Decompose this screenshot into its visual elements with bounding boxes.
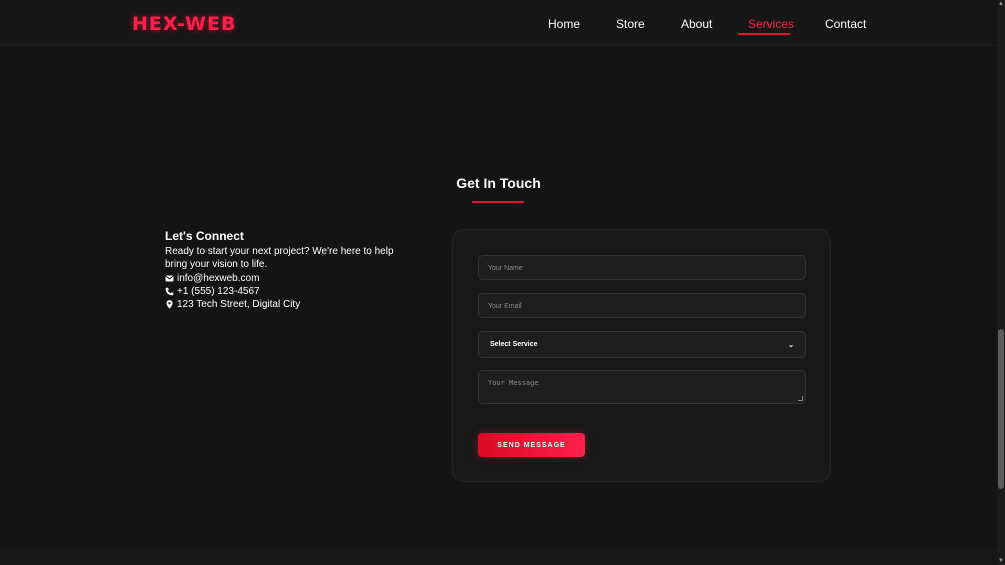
scroll-down-icon[interactable]: ▼ (998, 558, 1004, 564)
nav-item-about[interactable]: About (681, 17, 712, 31)
service-select-value: Select Service (490, 341, 538, 348)
info-phone[interactable]: +1 (555) 123-4567 (177, 285, 260, 298)
chevron-down-icon: ⌄ (788, 341, 794, 349)
resize-handle-icon[interactable] (798, 396, 803, 401)
footer-strip (0, 547, 997, 565)
nav-item-store[interactable]: Store (616, 17, 645, 31)
email-line: info@hexweb.com (165, 272, 415, 285)
send-message-button[interactable]: SEND MESSAGE (478, 433, 585, 457)
address-line: 123 Tech Street, Digital City (165, 298, 415, 311)
info-heading: Let's Connect (165, 229, 244, 243)
name-input[interactable]: Your Name (478, 255, 806, 280)
phone-icon (165, 287, 174, 296)
contact-form: Your Name Your Email Select Service ⌄ Yo… (452, 229, 831, 482)
service-select[interactable]: Select Service ⌄ (478, 331, 806, 358)
section-title: Get In Touch (456, 175, 541, 191)
scroll-thumb[interactable] (998, 329, 1004, 489)
info-email[interactable]: info@hexweb.com (177, 272, 259, 285)
message-textarea[interactable]: Your Message (478, 370, 806, 404)
info-description: Ready to start your next project? We're … (165, 246, 394, 270)
email-input[interactable]: Your Email (478, 293, 806, 318)
scroll-up-icon[interactable]: ▲ (998, 1, 1004, 7)
nav-item-contact[interactable]: Contact (825, 17, 866, 31)
title-underline (472, 201, 524, 203)
email-placeholder: Your Email (488, 303, 522, 310)
nav-item-home[interactable]: Home (548, 17, 580, 31)
nav-item-services[interactable]: Services (748, 17, 794, 31)
page-scrollbar[interactable]: ▲ ▼ (997, 0, 1005, 565)
map-marker-icon (165, 300, 174, 309)
message-placeholder: Your Message (488, 379, 539, 387)
brand-logo[interactable]: HEX-WEB (132, 13, 236, 35)
contact-info: Let's Connect Ready to start your next p… (165, 229, 415, 311)
name-placeholder: Your Name (488, 265, 523, 272)
info-address: 123 Tech Street, Digital City (177, 299, 301, 310)
navbar: HEX-WEB Home Store About Services Contac… (0, 0, 997, 46)
envelope-icon (165, 274, 174, 283)
phone-line: +1 (555) 123-4567 (165, 285, 415, 298)
nav-active-underline (738, 33, 790, 35)
